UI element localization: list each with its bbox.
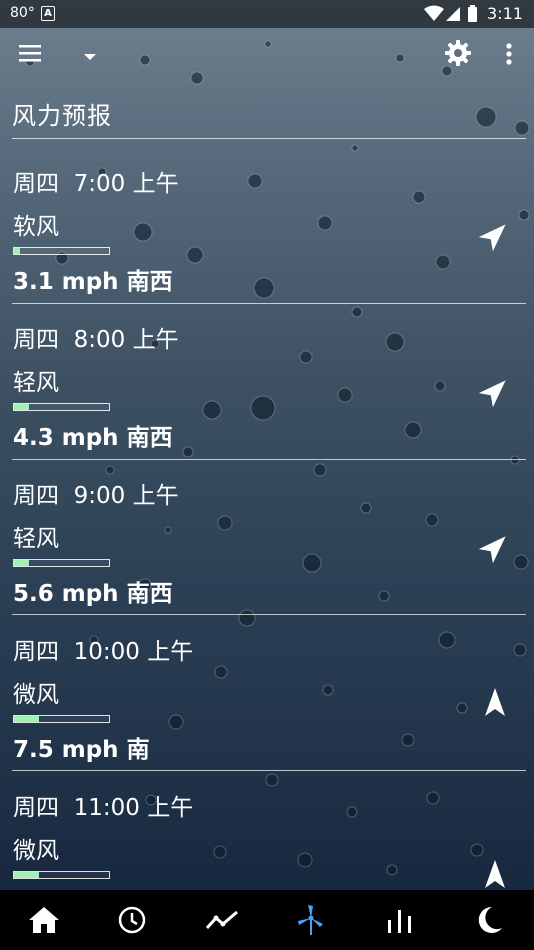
more-vert-icon[interactable] <box>500 40 518 68</box>
forecast-time: 周四 10:00 上午 <box>13 639 194 665</box>
wind-strength-bar <box>13 715 110 723</box>
wind-description: 轻风 <box>13 526 59 552</box>
hamburger-menu-icon[interactable] <box>18 42 44 66</box>
home-icon[interactable] <box>27 904 61 936</box>
section-divider <box>12 138 526 139</box>
wind-description: 微风 <box>13 838 59 864</box>
wind-strength-fill <box>14 716 39 722</box>
wind-direction-arrow-icon <box>478 224 506 252</box>
caret-down-icon[interactable] <box>80 48 100 64</box>
wind-speed: 5.6 mph 南西 <box>13 581 173 607</box>
wind-strength-bar <box>13 559 110 567</box>
row-divider <box>12 303 526 304</box>
status-bar: 80° A 3:11 <box>0 0 534 28</box>
forecast-row[interactable]: 周四 9:00 上午 轻风 5.6 mph 南西 <box>0 462 534 617</box>
section-title: 风力预报 <box>12 102 112 130</box>
wind-direction-arrow-icon <box>478 380 506 408</box>
forecast-row[interactable]: 周四 10:00 上午 微风 7.5 mph 南 <box>0 618 534 773</box>
row-divider <box>12 614 526 615</box>
wind-description: 微风 <box>13 682 59 708</box>
wind-direction-arrow-icon <box>478 536 506 564</box>
system-status-icons <box>424 5 477 22</box>
wind-strength-bar <box>13 403 110 411</box>
wind-strength-bar <box>13 871 110 879</box>
gear-icon[interactable] <box>444 39 472 67</box>
wind-strength-fill <box>14 248 20 254</box>
wind-strength-fill <box>14 560 30 566</box>
bar-chart-icon[interactable] <box>383 904 417 936</box>
trend-chart-icon[interactable] <box>205 904 239 936</box>
wind-strength-fill <box>14 404 30 410</box>
wind-strength-fill <box>14 872 39 878</box>
forecast-row[interactable]: 周四 8:00 上午 轻风 4.3 mph 南西 <box>0 306 534 461</box>
wind-direction-arrow-icon <box>485 860 505 888</box>
moon-icon[interactable] <box>472 904 506 936</box>
clock-icon[interactable] <box>115 904 149 936</box>
status-time: 3:11 <box>487 4 523 23</box>
wind-description: 软风 <box>13 214 59 240</box>
wind-speed: 7.5 mph 南 <box>13 737 150 763</box>
wind-strength-bar <box>13 247 110 255</box>
wind-speed: 3.1 mph 南西 <box>13 269 173 295</box>
forecast-time: 周四 8:00 上午 <box>13 327 179 353</box>
forecast-time: 周四 9:00 上午 <box>13 483 179 509</box>
bottom-navigation <box>0 890 534 950</box>
row-divider <box>12 459 526 460</box>
wind-description: 轻风 <box>13 370 59 396</box>
status-temperature: 80° <box>10 5 35 21</box>
row-divider <box>12 770 526 771</box>
forecast-time: 周四 7:00 上午 <box>13 171 179 197</box>
wifi-icon <box>424 5 444 21</box>
wind-turbine-icon[interactable] <box>294 904 328 936</box>
forecast-row[interactable]: 周四 11:00 上午 微风 <box>0 774 534 890</box>
forecast-row[interactable]: 周四 7:00 上午 软风 3.1 mph 南西 <box>0 150 534 305</box>
wind-direction-arrow-icon <box>485 688 505 716</box>
battery-icon <box>468 7 477 22</box>
app-toolbar <box>0 28 534 84</box>
wind-speed: 4.3 mph 南西 <box>13 425 173 451</box>
forecast-time: 周四 11:00 上午 <box>13 795 194 821</box>
signal-icon <box>446 7 460 21</box>
notification-a-icon: A <box>41 6 55 21</box>
